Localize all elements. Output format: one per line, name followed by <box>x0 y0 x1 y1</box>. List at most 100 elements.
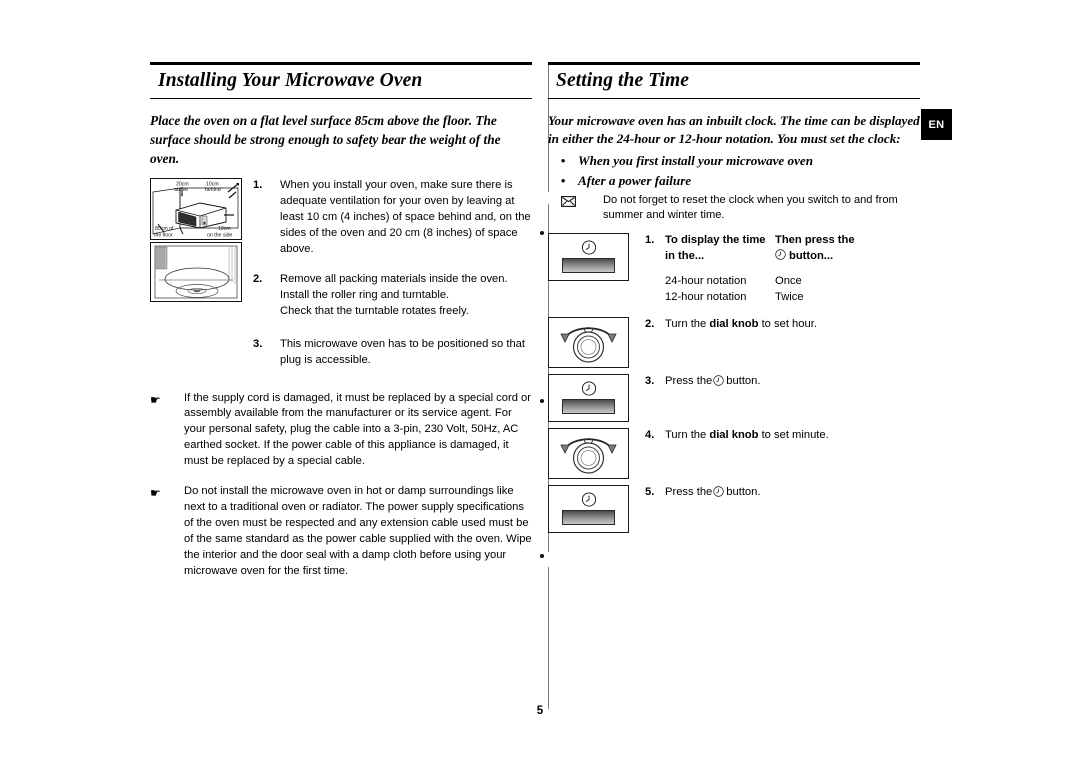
svg-text:85cm of: 85cm of <box>155 226 174 232</box>
right-step-5-figure <box>548 485 629 534</box>
left-step-2-line-1: Remove all packing materials inside the … <box>280 272 508 285</box>
right-heading-title: Setting the Time <box>556 70 690 91</box>
right-step-5-number: 5. <box>645 486 655 499</box>
display-bar <box>562 258 615 274</box>
right-step-2-post: to set hour. <box>758 318 817 331</box>
right-step-3-pre: Press the <box>665 375 713 388</box>
table-cell-notation: 12-hour notation <box>645 290 775 306</box>
left-step-1-text: When you install your oven, make sure th… <box>280 179 531 256</box>
heading-rule-bottom <box>150 97 532 99</box>
left-notice-2-text: Do not install the microwave oven in hot… <box>184 485 532 577</box>
right-step-2-text: 2. Turn the dial knob to set hour. <box>629 317 920 333</box>
right-bullet-list: • When you first install your microwave … <box>548 151 920 190</box>
svg-text:10cm: 10cm <box>218 226 231 232</box>
right-step-1-text: 1. To display the time Then press the in … <box>629 233 920 306</box>
dial-knob-figure <box>548 317 629 369</box>
divider-dot <box>540 231 544 235</box>
left-step-1: 1. When you install your oven, make sure… <box>246 178 532 258</box>
right-step-2-pre: Turn the <box>665 318 710 331</box>
table-cell-presses: Once <box>775 275 802 288</box>
step-1-table-subheader: in the... button... <box>645 249 920 265</box>
right-note-text: Do not forget to reset the clock when yo… <box>603 194 898 222</box>
clock-icon <box>581 492 596 507</box>
pointing-hand-icon: ☛ <box>150 486 161 501</box>
left-step-2-line-2: Install the roller ring and turntable. <box>280 288 450 301</box>
left-notice-1: ☛ If the supply cord is damaged, it must… <box>150 391 532 471</box>
clock-button-panel-figure <box>548 374 629 423</box>
table-cell-presses: Twice <box>775 291 804 304</box>
right-step-3-text: 3. Press the button. <box>629 374 920 390</box>
right-bullet-1-text: When you first install your microwave ov… <box>578 152 813 168</box>
right-step-1-number: 1. <box>645 234 655 247</box>
left-notice-2: ☛ Do not install the microwave oven in h… <box>150 484 532 579</box>
table-subheader-col-1: in the... <box>645 249 775 265</box>
bullet-icon: • <box>560 172 566 188</box>
oven-cavity-figure <box>150 242 246 303</box>
clock-icon <box>581 240 596 255</box>
table-row: 12-hour notation Twice <box>645 290 920 306</box>
right-step-1-figure <box>548 233 629 282</box>
step-1-header-left-2: in the... <box>665 250 705 263</box>
step-1-header-left: To display the time <box>665 234 766 247</box>
clock-icon <box>581 381 596 396</box>
left-intro-text: Place the oven on a flat level surface 8… <box>150 112 501 166</box>
table-cell-notation: 24-hour notation <box>645 274 775 290</box>
left-step-3-text: This microwave oven has to be positioned… <box>280 337 526 366</box>
right-step-4-bold: dial knob <box>709 429 759 442</box>
dial-knob-figure <box>548 428 629 480</box>
clock-button-panel-figure <box>548 233 629 282</box>
right-step-4-number: 4. <box>645 429 655 442</box>
left-column: Installing Your Microwave Oven Place the… <box>150 62 532 579</box>
manual-page: Installing Your Microwave Oven Place the… <box>0 0 1080 763</box>
display-bar <box>562 510 615 526</box>
table-subheader-col-2: button... <box>775 249 920 265</box>
right-step-5-text: 5. Press the button. <box>629 485 920 501</box>
right-note: Do not forget to reset the clock when yo… <box>548 193 920 223</box>
step-1-header-right-2: button... <box>789 250 834 263</box>
right-step-2-number: 2. <box>645 318 655 331</box>
right-step-4-pre: Turn the <box>665 429 710 442</box>
svg-text:above: above <box>174 187 188 193</box>
note-envelope-icon <box>548 193 595 208</box>
divider-dot <box>540 554 544 558</box>
right-section-heading: Setting the Time <box>548 62 920 99</box>
right-intro-text: Your microwave oven has an inbuilt clock… <box>548 112 920 147</box>
table-row: 24-hour notation Once <box>645 274 920 290</box>
pointing-hand-icon: ☛ <box>150 392 161 407</box>
left-figures: 20cm above 10cm behind 85cm of the floor… <box>150 178 246 303</box>
left-steps-list: 20cm above 10cm behind 85cm of the floor… <box>150 178 532 368</box>
right-step-3-figure <box>548 374 629 423</box>
divider-dot <box>540 399 544 403</box>
table-header-col-1: 1. To display the time <box>645 233 775 249</box>
table-header-col-2: Then press the <box>775 233 920 249</box>
left-step-3-number: 3. <box>253 337 263 350</box>
right-step-3-post: button. <box>726 375 761 388</box>
left-section-heading: Installing Your Microwave Oven <box>150 62 532 99</box>
step-1-header-right: Then press the <box>775 234 855 247</box>
clock-icon <box>775 249 789 261</box>
table-cell-text: 12-hour notation <box>665 291 747 304</box>
right-step-4-text: 4. Turn the dial knob to set minute. <box>629 428 920 444</box>
left-step-2: 2. Remove all packing materials inside t… <box>246 272 532 320</box>
right-bullet-item-1: • When you first install your microwave … <box>548 151 920 171</box>
heading-rule-bottom <box>548 97 920 99</box>
clock-icon <box>712 374 726 386</box>
left-notice-1-text: If the supply cord is damaged, it must b… <box>184 391 531 468</box>
clock-icon <box>712 485 726 497</box>
right-step-2: 2. Turn the dial knob to set hour. <box>548 317 920 369</box>
table-cell-text: 24-hour notation <box>665 275 747 288</box>
right-step-4-figure <box>548 428 629 480</box>
left-step-2-number: 2. <box>253 272 263 285</box>
svg-text:on the side: on the side <box>207 233 232 239</box>
right-step-4-post: to set minute. <box>758 429 829 442</box>
left-step-3: 3. This microwave oven has to be positio… <box>246 337 532 369</box>
left-step-2-line-3: Check that the turntable rotates freely. <box>280 304 469 317</box>
divider-segment <box>548 567 549 709</box>
right-bullet-2-text: After a power failure <box>578 172 692 188</box>
right-step-3-number: 3. <box>645 375 655 388</box>
left-heading-title: Installing Your Microwave Oven <box>158 70 423 91</box>
right-bullet-item-2: • After a power failure <box>548 171 920 191</box>
right-step-4: 4. Turn the dial knob to set minute. <box>548 428 920 480</box>
step-1-table-header: 1. To display the time Then press the <box>645 233 920 249</box>
bullet-icon: • <box>560 152 566 168</box>
